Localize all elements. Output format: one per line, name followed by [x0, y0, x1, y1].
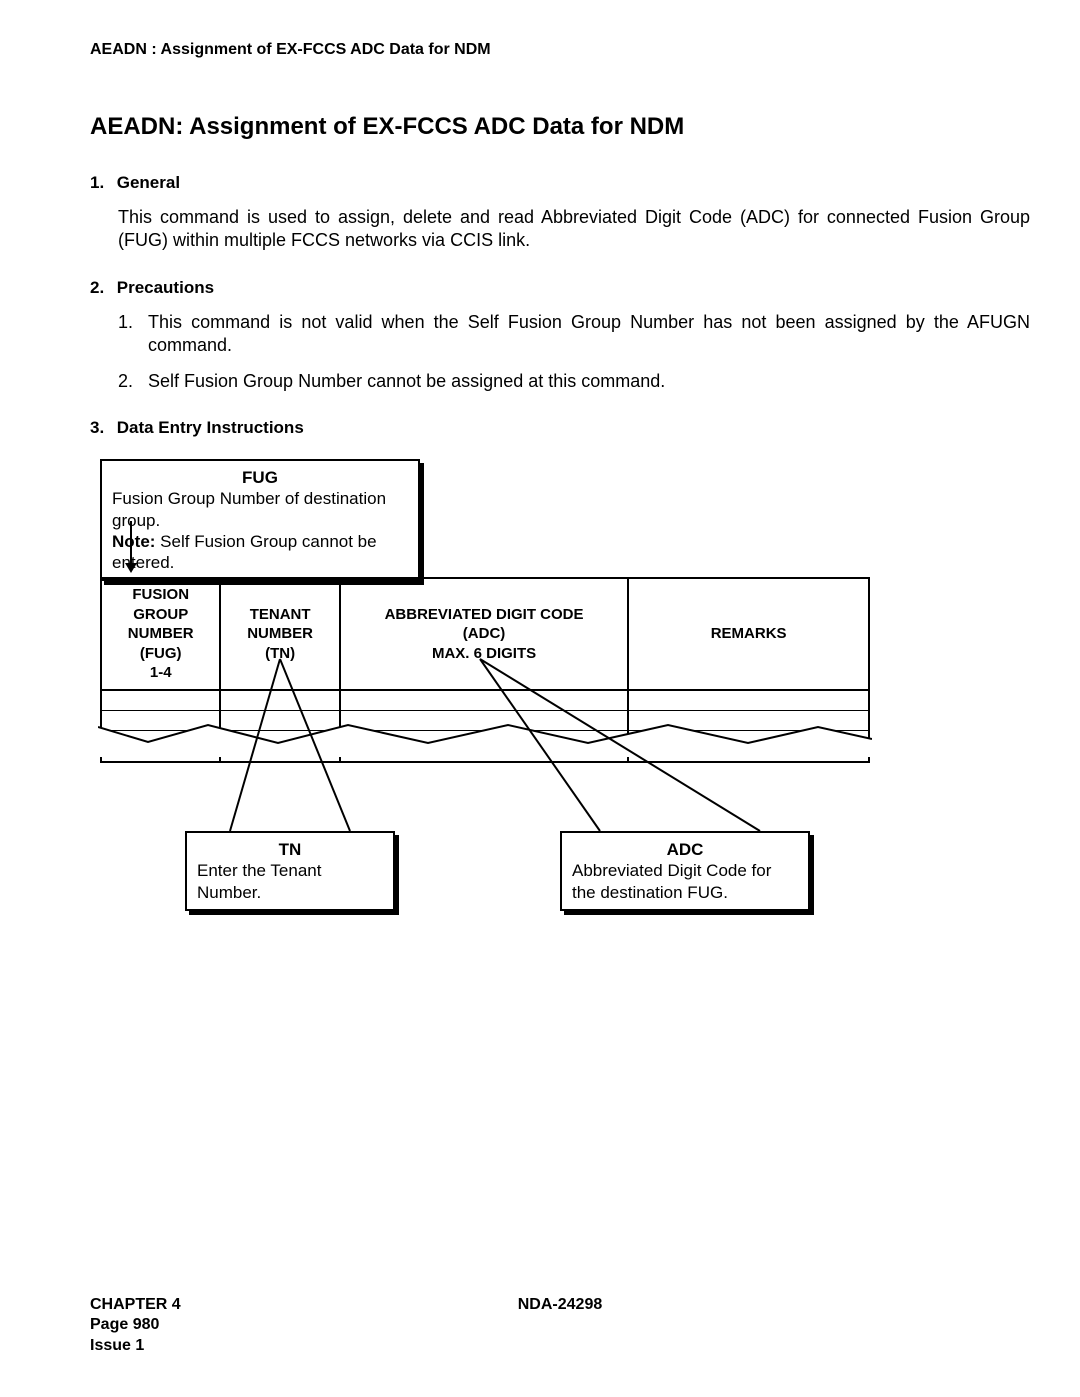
- callout-note: Note: Self Fusion Group cannot be entere…: [112, 531, 408, 574]
- section-label: Data Entry Instructions: [117, 418, 304, 437]
- th-line: ABBREVIATED DIGIT CODE: [345, 605, 623, 625]
- item-text: Self Fusion Group Number cannot be assig…: [148, 370, 1030, 393]
- item-number: 1.: [118, 311, 148, 358]
- callout-title: FUG: [112, 467, 408, 488]
- callout-text: Abbreviated Digit Code for the destinati…: [572, 860, 798, 903]
- page-title: AEADN: Assignment of EX-FCCS ADC Data fo…: [90, 111, 1030, 142]
- section-number: 3.: [90, 417, 112, 439]
- section-label: General: [117, 173, 180, 192]
- arrow-down-icon: [130, 521, 132, 571]
- table-header-row: FUSION GROUP NUMBER (FUG) 1-4 TENANT NUM…: [102, 579, 868, 691]
- th-line: REMARKS: [633, 624, 864, 644]
- callout-fug: FUG Fusion Group Number of destination g…: [100, 459, 420, 581]
- running-header: AEADN : Assignment of EX-FCCS ADC Data f…: [90, 40, 1030, 61]
- callout-title: ADC: [572, 839, 798, 860]
- footer-page: Page 980: [90, 1315, 181, 1336]
- callout-line: Fusion Group Number of destination group…: [112, 488, 408, 531]
- th-line: 1-4: [106, 663, 215, 683]
- precaution-item: 1. This command is not valid when the Se…: [118, 311, 1030, 358]
- table-row: [102, 691, 868, 711]
- th-adc: ABBREVIATED DIGIT CODE (ADC) MAX. 6 DIGI…: [341, 579, 629, 689]
- callout-adc: ADC Abbreviated Digit Code for the desti…: [560, 831, 810, 911]
- th-tn: TENANT NUMBER (TN): [221, 579, 340, 689]
- callout-text: Enter the Tenant Number.: [197, 860, 383, 903]
- section-label: Precautions: [117, 278, 214, 297]
- item-text: This command is not valid when the Self …: [148, 311, 1030, 358]
- footer-issue: Issue 1: [90, 1336, 181, 1357]
- th-line: NUMBER: [106, 624, 215, 644]
- data-entry-table: FUSION GROUP NUMBER (FUG) 1-4 TENANT NUM…: [100, 577, 870, 763]
- note-label: Note:: [112, 532, 155, 551]
- callout-tn: TN Enter the Tenant Number.: [185, 831, 395, 911]
- th-remarks: REMARKS: [629, 579, 868, 689]
- th-line: (ADC): [345, 624, 623, 644]
- page-footer: CHAPTER 4 Page 980 Issue 1 NDA-24298: [90, 1295, 1030, 1357]
- precaution-item: 2. Self Fusion Group Number cannot be as…: [118, 370, 1030, 393]
- th-fug: FUSION GROUP NUMBER (FUG) 1-4: [102, 579, 221, 689]
- section-precautions: 2. Precautions 1. This command is not va…: [90, 277, 1030, 393]
- th-line: (TN): [225, 644, 334, 664]
- th-line: MAX. 6 DIGITS: [345, 644, 623, 664]
- section-general: 1. General This command is used to assig…: [90, 172, 1030, 253]
- callout-title: TN: [197, 839, 383, 860]
- section-number: 1.: [90, 172, 112, 194]
- table-row: [102, 711, 868, 731]
- footer-chapter: CHAPTER 4: [90, 1295, 181, 1316]
- th-line: NUMBER: [225, 624, 334, 644]
- th-line: FUSION GROUP: [106, 585, 215, 624]
- general-body: This command is used to assign, delete a…: [118, 206, 1030, 253]
- section-data-entry: 3. Data Entry Instructions FUG Fusion Gr…: [90, 417, 1030, 899]
- item-number: 2.: [118, 370, 148, 393]
- footer-doc: NDA-24298: [518, 1296, 602, 1313]
- table-row: [102, 731, 868, 761]
- th-line: (FUG): [106, 644, 215, 664]
- data-entry-diagram: FUG Fusion Group Number of destination g…: [100, 459, 970, 899]
- section-number: 2.: [90, 277, 112, 299]
- th-line: TENANT: [225, 605, 334, 625]
